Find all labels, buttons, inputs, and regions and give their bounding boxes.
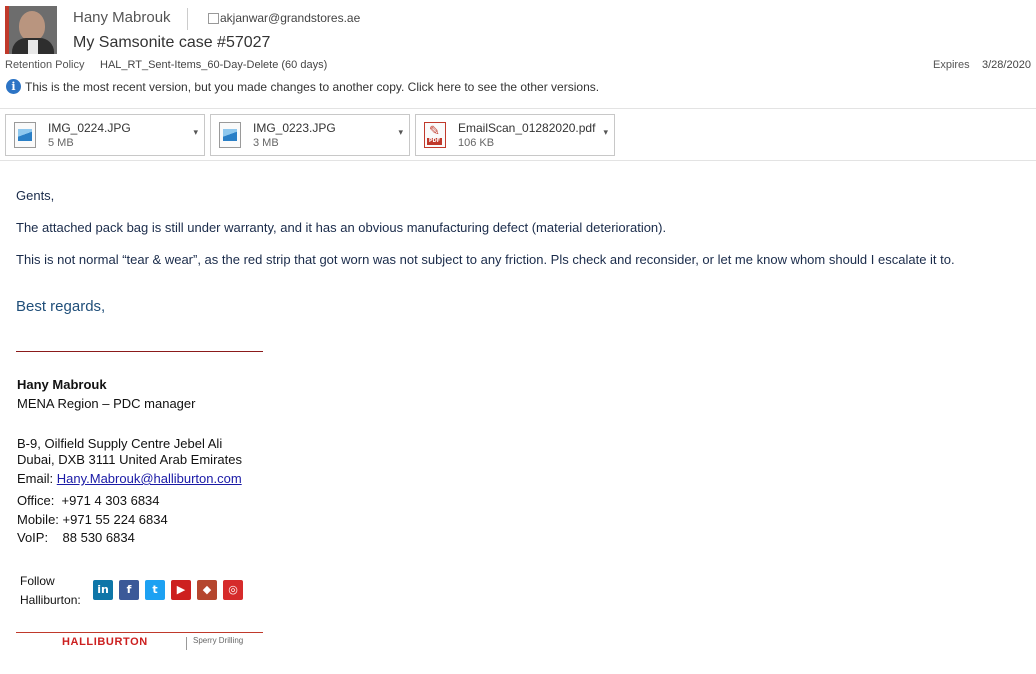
version-info-link[interactable]: This is the most recent version, but you… bbox=[25, 80, 599, 94]
expires-value: 3/28/2020 bbox=[982, 59, 1031, 71]
email-subject: My Samsonite case #57027 bbox=[73, 34, 271, 51]
signature-voip: VoIP: 88 530 6834 bbox=[17, 530, 135, 545]
twitter-icon[interactable]: t bbox=[145, 580, 165, 600]
greeting: Gents, bbox=[16, 188, 55, 203]
facebook-icon[interactable]: f bbox=[119, 580, 139, 600]
sperry-drilling-logo: Sperry Drilling bbox=[193, 636, 244, 645]
avatar-shirt bbox=[28, 40, 38, 54]
retention-policy-value: HAL_RT_Sent-Items_60-Day-Delete (60 days… bbox=[100, 59, 328, 71]
info-icon: i bbox=[6, 79, 21, 94]
header-divider-line bbox=[0, 108, 1036, 109]
image-file-icon bbox=[14, 122, 36, 148]
expires-label: Expires bbox=[933, 59, 970, 71]
signature-address-line1: B-9, Oilfield Supply Centre Jebel Ali bbox=[17, 436, 223, 451]
pdf-file-icon: ✎ PDF bbox=[424, 122, 446, 148]
signature-title: MENA Region – PDC manager bbox=[17, 396, 196, 411]
follow-label: Follow Halliburton: bbox=[20, 572, 81, 610]
image-file-icon bbox=[219, 122, 241, 148]
follow-label-line2: Halliburton: bbox=[20, 593, 81, 607]
signature-office: Office: +971 4 303 6834 bbox=[17, 493, 160, 508]
signature-mobile: Mobile: +971 55 224 6834 bbox=[17, 512, 168, 527]
signature-address-line2: Dubai, DXB 3111 United Arab Emirates bbox=[17, 452, 242, 467]
recipient-checkbox-icon[interactable] bbox=[208, 13, 219, 24]
signature-name: Hany Mabrouk bbox=[17, 377, 107, 392]
youtube-icon[interactable]: ▶ bbox=[171, 580, 191, 600]
attachment-size: 5 MB bbox=[48, 137, 74, 149]
pdf-tag: PDF bbox=[427, 138, 442, 145]
body-paragraph: This is not normal “tear & wear”, as the… bbox=[16, 252, 955, 267]
recipient-address[interactable]: akjanwar@grandstores.ae bbox=[220, 11, 360, 25]
attachment-item[interactable]: IMG_0224.JPG 5 MB ▾ bbox=[5, 114, 205, 156]
sender-avatar[interactable] bbox=[5, 6, 57, 54]
signature-email-row: Email: Hany.Mabrouk@halliburton.com bbox=[17, 471, 242, 486]
body-paragraph: The attached pack bag is still under war… bbox=[16, 220, 667, 235]
linkedin-icon[interactable]: in bbox=[93, 580, 113, 600]
logo-divider bbox=[16, 632, 263, 633]
attachment-item[interactable]: ✎ PDF EmailScan_01282020.pdf 106 KB ▾ bbox=[415, 114, 615, 156]
retention-policy-label: Retention Policy bbox=[5, 59, 85, 71]
attachment-name: IMG_0223.JPG bbox=[253, 121, 336, 135]
chevron-down-icon[interactable]: ▾ bbox=[193, 127, 198, 138]
attachment-size: 3 MB bbox=[253, 137, 279, 149]
signature-divider bbox=[16, 351, 263, 352]
attachment-name: IMG_0224.JPG bbox=[48, 121, 131, 135]
chevron-down-icon[interactable]: ▾ bbox=[398, 127, 403, 138]
logo-separator bbox=[186, 637, 187, 650]
header-divider bbox=[187, 8, 188, 30]
closing: Best regards, bbox=[16, 298, 106, 315]
attachment-size: 106 KB bbox=[458, 137, 495, 149]
email-label: Email: bbox=[17, 471, 54, 486]
email-link[interactable]: Hany.Mabrouk@halliburton.com bbox=[57, 471, 242, 486]
sender-name[interactable]: Hany Mabrouk bbox=[73, 9, 171, 26]
halliburton-blog-icon[interactable]: ◆ bbox=[197, 580, 217, 600]
weibo-icon[interactable]: ◎ bbox=[223, 580, 243, 600]
attachment-name: EmailScan_01282020.pdf bbox=[458, 121, 596, 135]
avatar-face bbox=[19, 11, 45, 41]
attachment-item[interactable]: IMG_0223.JPG 3 MB ▾ bbox=[210, 114, 410, 156]
chevron-down-icon[interactable]: ▾ bbox=[603, 127, 608, 138]
halliburton-logo: HALLIBURTON bbox=[62, 636, 148, 648]
attachments-divider-line bbox=[0, 160, 1036, 161]
follow-label-line1: Follow bbox=[20, 574, 55, 588]
